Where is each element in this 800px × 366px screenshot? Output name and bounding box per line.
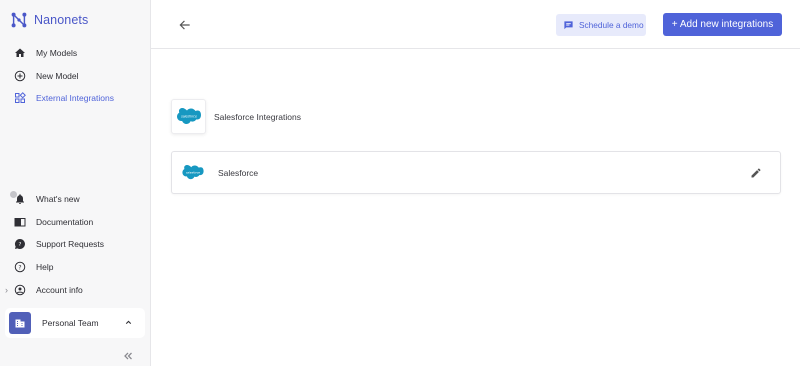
plus-circle-icon xyxy=(14,70,26,82)
edit-pencil-icon[interactable] xyxy=(750,167,762,179)
sidebar-item-label: Support Requests xyxy=(36,239,105,249)
salesforce-logo-icon: salesforce xyxy=(181,165,205,181)
svg-text:salesforce: salesforce xyxy=(186,170,200,174)
salesforce-logo-icon: salesforce xyxy=(176,108,201,124)
sidebar-item-my-models[interactable]: My Models xyxy=(14,44,77,62)
book-icon xyxy=(14,216,26,228)
sidebar-item-documentation[interactable]: Documentation xyxy=(14,213,93,231)
team-avatar xyxy=(9,312,31,334)
brand[interactable]: Nanonets xyxy=(10,11,88,29)
schedule-demo-button[interactable]: Schedule a demo xyxy=(556,14,646,36)
collapse-sidebar-icon[interactable] xyxy=(122,350,134,362)
sidebar-item-label: Help xyxy=(36,262,54,272)
bell-icon xyxy=(14,193,26,205)
team-selector[interactable]: Personal Team xyxy=(5,308,145,338)
grid-icon xyxy=(14,92,26,104)
sidebar-item-new-model[interactable]: New Model xyxy=(14,67,79,85)
sidebar-item-support-requests[interactable]: ? Support Requests xyxy=(14,235,104,253)
question-bubble-icon: ? xyxy=(14,238,26,250)
integration-header: salesforce Salesforce Integrations xyxy=(171,99,301,134)
help-circle-icon: ? xyxy=(14,261,26,273)
top-bar: Schedule a demo + Add new integrations xyxy=(151,0,800,49)
app-window: Nanonets My Models New Model External In… xyxy=(0,0,800,366)
home-icon xyxy=(14,47,26,59)
section-title: Salesforce Integrations xyxy=(214,111,301,122)
svg-text:?: ? xyxy=(18,264,21,271)
sidebar: Nanonets My Models New Model External In… xyxy=(0,0,151,366)
sidebar-item-label: External Integrations xyxy=(36,93,114,103)
account-circle-icon xyxy=(14,284,26,296)
sidebar-item-external-integrations[interactable]: External Integrations xyxy=(14,89,114,107)
salesforce-logo-box: salesforce xyxy=(171,99,206,134)
sidebar-item-label: What's new xyxy=(36,194,80,204)
svg-text:salesforce: salesforce xyxy=(181,115,197,119)
team-name: Personal Team xyxy=(42,318,99,328)
sidebar-item-help[interactable]: ? Help xyxy=(14,258,53,276)
nanonets-logo-icon xyxy=(11,12,27,28)
chevron-right-icon[interactable]: › xyxy=(5,285,8,295)
sidebar-item-whats-new[interactable]: What's new xyxy=(14,190,80,208)
sidebar-item-label: New Model xyxy=(36,71,79,81)
add-new-integrations-button[interactable]: + Add new integrations xyxy=(663,13,782,36)
sidebar-item-label: My Models xyxy=(36,48,78,58)
chevron-up-icon xyxy=(125,320,132,325)
integration-card[interactable]: salesforce Salesforce xyxy=(171,151,781,194)
svg-text:?: ? xyxy=(19,242,22,248)
schedule-demo-label: Schedule a demo xyxy=(579,20,644,30)
back-arrow-icon[interactable] xyxy=(178,18,192,32)
sidebar-item-label: Documentation xyxy=(36,217,94,227)
add-new-integrations-label: + Add new integrations xyxy=(671,19,774,30)
sidebar-item-label: Account info xyxy=(36,285,83,295)
chat-icon xyxy=(564,20,573,29)
building-icon xyxy=(15,319,25,328)
brand-name: Nanonets xyxy=(34,13,89,27)
integration-name: Salesforce xyxy=(218,167,259,178)
sidebar-item-account-info[interactable]: Account info xyxy=(14,281,83,299)
